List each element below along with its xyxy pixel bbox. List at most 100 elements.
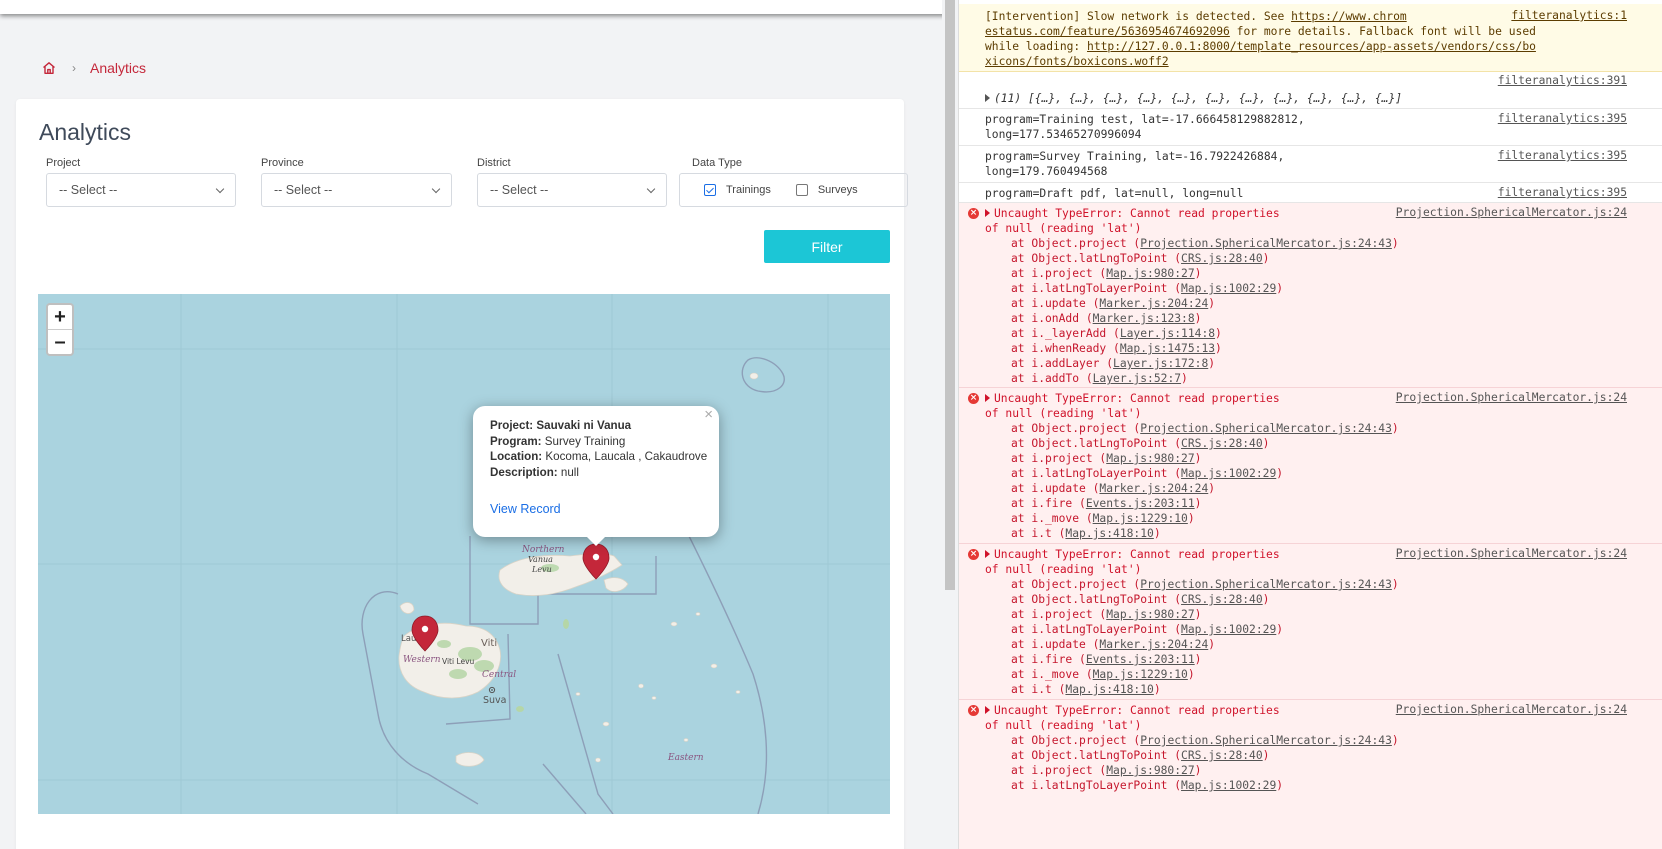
expand-triangle-icon[interactable] (985, 706, 990, 714)
expand-triangle-icon[interactable] (985, 550, 990, 558)
stack-frame: at i.t (Map.js:418:10) (1011, 682, 1161, 697)
province-select[interactable]: -- Select -- (261, 173, 452, 207)
trainings-checkbox[interactable] (704, 184, 716, 196)
console-log: program=Survey Training, lat=-16.7922426… (959, 146, 1662, 183)
error-text: of null (reading 'lat') (985, 222, 1142, 235)
zoom-out-button[interactable]: – (48, 330, 72, 354)
stack-frame-link[interactable]: Map.js:1229:10 (1093, 668, 1188, 681)
warning-link[interactable]: https://www.chrom (1291, 10, 1407, 23)
view-record-link[interactable]: View Record (490, 502, 719, 518)
stack-frame-link[interactable]: Layer.js:172:8 (1113, 357, 1208, 370)
stack-frame-link[interactable]: Marker.js:204:24 (1099, 297, 1208, 310)
warning-link[interactable]: http://127.0.0.1:8000/template_resources… (1087, 40, 1536, 53)
console-source-link[interactable]: filteranalytics:395 (1498, 186, 1627, 199)
console-source-link[interactable]: filteranalytics:1 (1511, 9, 1627, 22)
stack-frame-text: ) (1187, 512, 1195, 525)
console-source-link[interactable]: filteranalytics:395 (1498, 112, 1627, 125)
stack-frame-link[interactable]: Events.js:203:11 (1086, 653, 1195, 666)
stack-frame-link[interactable]: CRS.js:28:40 (1181, 437, 1263, 450)
district-select-value: -- Select -- (490, 183, 549, 197)
map-label-vanua: Vanua (528, 555, 553, 564)
stack-frame: at i.latLngToLayerPoint (Map.js:1002:29) (1011, 622, 1283, 637)
stack-frame-link[interactable]: Events.js:203:11 (1086, 497, 1195, 510)
warning-link[interactable]: xicons/fonts/boxicons.woff2 (985, 55, 1169, 68)
stack-frame: at i.project (Map.js:980:27) (1011, 266, 1201, 281)
stack-frame-link[interactable]: Map.js:980:27 (1106, 764, 1194, 777)
console-line[interactable]: Uncaught TypeError: Cannot read properti… (985, 391, 1280, 406)
console-line[interactable]: (11) [{…}, {…}, {…}, {…}, {…}, {…}, {…},… (985, 91, 1402, 106)
console-source-link[interactable]: Projection.SphericalMercator.js:24 (1396, 703, 1627, 716)
stack-frame-link[interactable]: Map.js:1229:10 (1093, 512, 1188, 525)
trainings-label[interactable]: Trainings (726, 184, 771, 196)
stack-frame-link[interactable]: CRS.js:28:40 (1181, 252, 1263, 265)
stack-frame-link[interactable]: CRS.js:28:40 (1181, 593, 1263, 606)
zoom-in-button[interactable]: + (48, 305, 72, 330)
console-source-link[interactable]: filteranalytics:391 (1498, 74, 1627, 87)
stack-frame-link[interactable]: Map.js:418:10 (1065, 527, 1153, 540)
surveys-label[interactable]: Surveys (818, 184, 858, 196)
stack-frame-link[interactable]: Map.js:1475:13 (1120, 342, 1215, 355)
expand-triangle-icon[interactable] (985, 209, 990, 217)
project-filter: Project -- Select -- (46, 157, 236, 207)
stack-frame-text: at i.latLngToLayerPoint ( (1011, 467, 1182, 480)
project-select[interactable]: -- Select -- (46, 173, 236, 207)
page-scrollbar-thumb[interactable] (945, 0, 955, 590)
warning-text: while loading: (985, 40, 1088, 53)
stack-frame: at i.project (Map.js:980:27) (1011, 607, 1201, 622)
breadcrumb-separator-icon: › (72, 61, 76, 75)
stack-frame-link[interactable]: Map.js:1002:29 (1181, 467, 1276, 480)
stack-frame-link[interactable]: Map.js:1002:29 (1181, 779, 1276, 792)
stack-frame: at i.update (Marker.js:204:24) (1011, 481, 1215, 496)
stack-frame-text: ) (1391, 578, 1399, 591)
stack-frame-link[interactable]: Projection.SphericalMercator.js:24:43 (1140, 237, 1392, 250)
stack-frame-link[interactable]: Map.js:980:27 (1106, 608, 1194, 621)
warning-link[interactable]: estatus.com/feature/5636954674692096 (985, 25, 1230, 38)
popup-project-row: Project: Sauvaki ni Vanua (490, 418, 719, 434)
stack-frame-text: at Object.project ( (1011, 237, 1141, 250)
stack-frame-text: at i.onAdd ( (1011, 312, 1093, 325)
stack-frame-link[interactable]: Projection.SphericalMercator.js:24:43 (1140, 578, 1392, 591)
stack-frame-link[interactable]: Map.js:1002:29 (1181, 282, 1276, 295)
stack-frame-text: at Object.latLngToPoint ( (1011, 593, 1182, 606)
stack-frame: at i.onAdd (Marker.js:123:8) (1011, 311, 1201, 326)
filter-button[interactable]: Filter (764, 230, 890, 263)
stack-frame-link[interactable]: Marker.js:123:8 (1093, 312, 1195, 325)
stack-frame-text: ) (1153, 683, 1161, 696)
error-icon: × (968, 549, 979, 560)
console-source-link[interactable]: Projection.SphericalMercator.js:24 (1396, 547, 1627, 560)
error-icon: × (968, 208, 979, 219)
stack-frame-link[interactable]: Projection.SphericalMercator.js:24:43 (1140, 734, 1392, 747)
stack-frame-link[interactable]: Marker.js:204:24 (1099, 638, 1208, 651)
stack-frame-link[interactable]: Marker.js:204:24 (1099, 482, 1208, 495)
stack-frame: at i.update (Marker.js:204:24) (1011, 296, 1215, 311)
stack-frame-text: at i.update ( (1011, 638, 1100, 651)
home-icon[interactable] (42, 61, 56, 75)
surveys-checkbox[interactable] (795, 184, 808, 196)
district-select[interactable]: -- Select -- (477, 173, 667, 207)
stack-frame-link[interactable]: Layer.js:52:7 (1093, 372, 1181, 385)
stack-frame-link[interactable]: Layer.js:114:8 (1120, 327, 1215, 340)
stack-frame: at Object.project (Projection.SphericalM… (1011, 577, 1399, 592)
stack-frame-link[interactable]: Map.js:418:10 (1065, 683, 1153, 696)
console-line[interactable]: Uncaught TypeError: Cannot read properti… (985, 206, 1280, 221)
console-line[interactable]: Uncaught TypeError: Cannot read properti… (985, 703, 1280, 718)
expand-triangle-icon[interactable] (985, 394, 990, 402)
popup-description-key: Description: (490, 465, 558, 479)
stack-frame-link[interactable]: Map.js:980:27 (1106, 267, 1194, 280)
stack-frame-link[interactable]: Map.js:1002:29 (1181, 623, 1276, 636)
console-source-link[interactable]: Projection.SphericalMercator.js:24 (1396, 206, 1627, 219)
stack-frame-link[interactable]: Map.js:980:27 (1106, 452, 1194, 465)
stack-frame-link[interactable]: CRS.js:28:40 (1181, 749, 1263, 762)
map[interactable]: Northern Vanua Levu Western Central East… (38, 294, 890, 814)
console-source-link[interactable]: Projection.SphericalMercator.js:24 (1396, 391, 1627, 404)
expand-triangle-icon[interactable] (985, 94, 990, 102)
stack-frame-text: ) (1276, 467, 1284, 480)
close-icon[interactable]: × (704, 407, 713, 423)
console-source-link[interactable]: filteranalytics:395 (1498, 149, 1627, 162)
stack-frame-link[interactable]: Projection.SphericalMercator.js:24:43 (1140, 422, 1392, 435)
breadcrumb-current[interactable]: Analytics (90, 60, 146, 76)
stack-frame-text: at i.latLngToLayerPoint ( (1011, 779, 1182, 792)
popup-location-value: Kocoma, Laucala , Cakaudrove (545, 450, 708, 463)
stack-frame-text: at i.update ( (1011, 482, 1100, 495)
console-line[interactable]: Uncaught TypeError: Cannot read properti… (985, 547, 1280, 562)
